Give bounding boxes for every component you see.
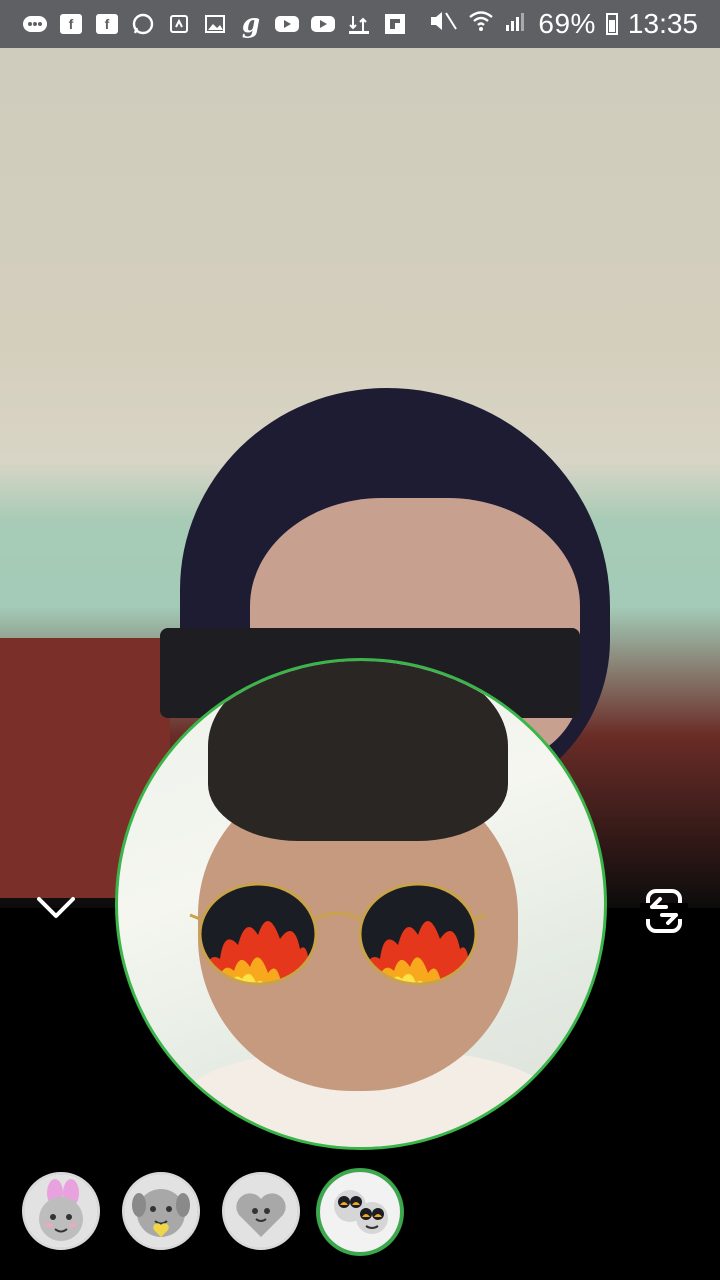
chevron-down-icon[interactable] bbox=[36, 893, 76, 923]
mute-icon bbox=[428, 7, 458, 41]
youtube-icon bbox=[310, 13, 336, 35]
bunny-ears-filter[interactable] bbox=[22, 1172, 100, 1250]
g-app-icon: g bbox=[241, 9, 261, 39]
system-status: 69% 13:35 bbox=[428, 0, 698, 48]
fire-sunglasses-filter bbox=[189, 882, 487, 986]
fire-glasses-filter[interactable] bbox=[316, 1168, 404, 1256]
notification-icons: f f g bbox=[0, 9, 408, 39]
grey-heart-filter[interactable] bbox=[222, 1172, 300, 1250]
heart-dog-filter[interactable] bbox=[122, 1172, 200, 1250]
youtube-icon bbox=[274, 13, 300, 35]
filter-tray bbox=[0, 1168, 720, 1258]
self-preview[interactable] bbox=[115, 658, 607, 1150]
recent-apps-icon bbox=[166, 13, 192, 35]
clock: 13:35 bbox=[627, 8, 698, 39]
battery-icon bbox=[605, 13, 618, 35]
data-transfer-icon bbox=[346, 13, 372, 35]
gallery-icon bbox=[202, 13, 228, 35]
flip-camera-icon[interactable] bbox=[640, 885, 688, 937]
status-bar: f f g 69% 13:35 bbox=[0, 0, 720, 48]
flipboard-icon bbox=[382, 13, 408, 35]
facebook-icon: f bbox=[94, 13, 120, 35]
wifi-icon bbox=[468, 7, 494, 41]
messages-icon bbox=[22, 13, 48, 35]
whatsapp-icon bbox=[130, 13, 156, 35]
signal-icon bbox=[504, 7, 528, 41]
facebook-icon: f bbox=[58, 13, 84, 35]
battery-percent: 69% bbox=[538, 8, 596, 39]
